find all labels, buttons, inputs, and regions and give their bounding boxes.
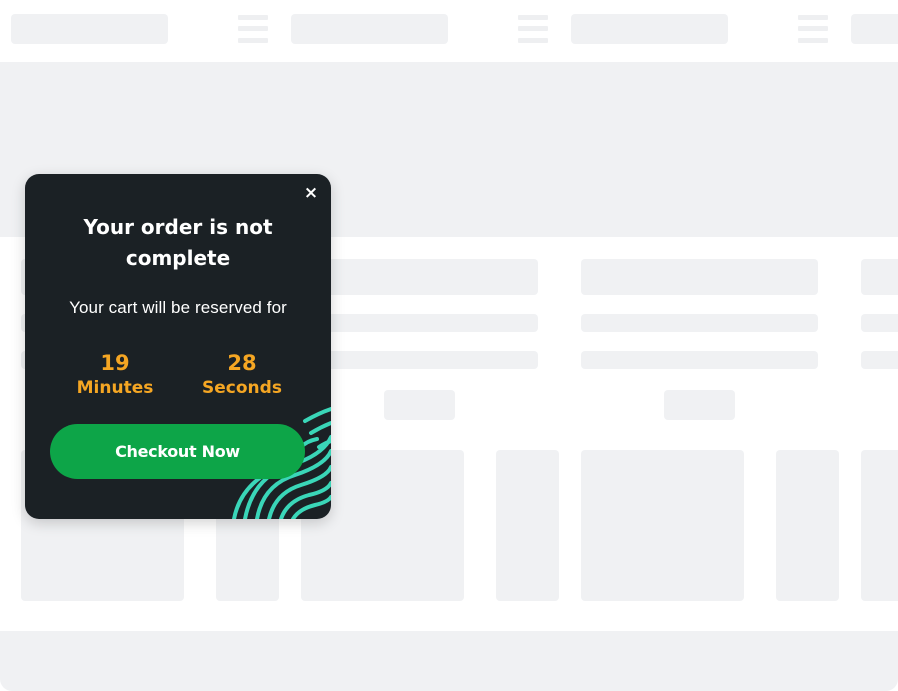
cart-reservation-popup: × Your order is not complete Your cart w… [25,174,331,519]
minutes-countdown: 19 Minutes [65,350,165,400]
text-placeholder [581,314,818,332]
image-placeholder [496,450,559,601]
seconds-value: 28 [227,351,257,375]
hamburger-icon[interactable] [798,15,828,43]
text-placeholder [861,351,898,369]
nav-placeholder-1 [11,14,168,44]
text-placeholder [581,259,818,295]
image-placeholder [581,450,744,601]
nav-placeholder-2 [291,14,448,44]
button-placeholder [384,390,455,420]
seconds-countdown: 28 Seconds [191,350,293,400]
minutes-value: 19 [100,351,130,375]
text-placeholder [861,259,898,295]
text-placeholder [301,259,538,295]
nav-placeholder-4 [851,14,898,44]
footer-placeholder [0,631,898,691]
text-placeholder [301,351,538,369]
image-placeholder [861,450,898,601]
hamburger-icon[interactable] [518,15,548,43]
close-icon[interactable]: × [303,183,319,203]
image-placeholder [776,450,839,601]
text-placeholder [861,314,898,332]
popup-title: Your order is not complete [83,215,273,270]
minutes-label: Minutes [76,378,154,398]
popup-subtitle: Your cart will be reserved for [69,298,287,317]
text-placeholder [581,351,818,369]
seconds-label: Seconds [202,378,282,398]
text-placeholder [301,314,538,332]
nav-placeholder-3 [571,14,728,44]
button-placeholder [664,390,735,420]
hamburger-icon[interactable] [238,15,268,43]
checkout-now-button[interactable]: Checkout Now [50,424,305,479]
